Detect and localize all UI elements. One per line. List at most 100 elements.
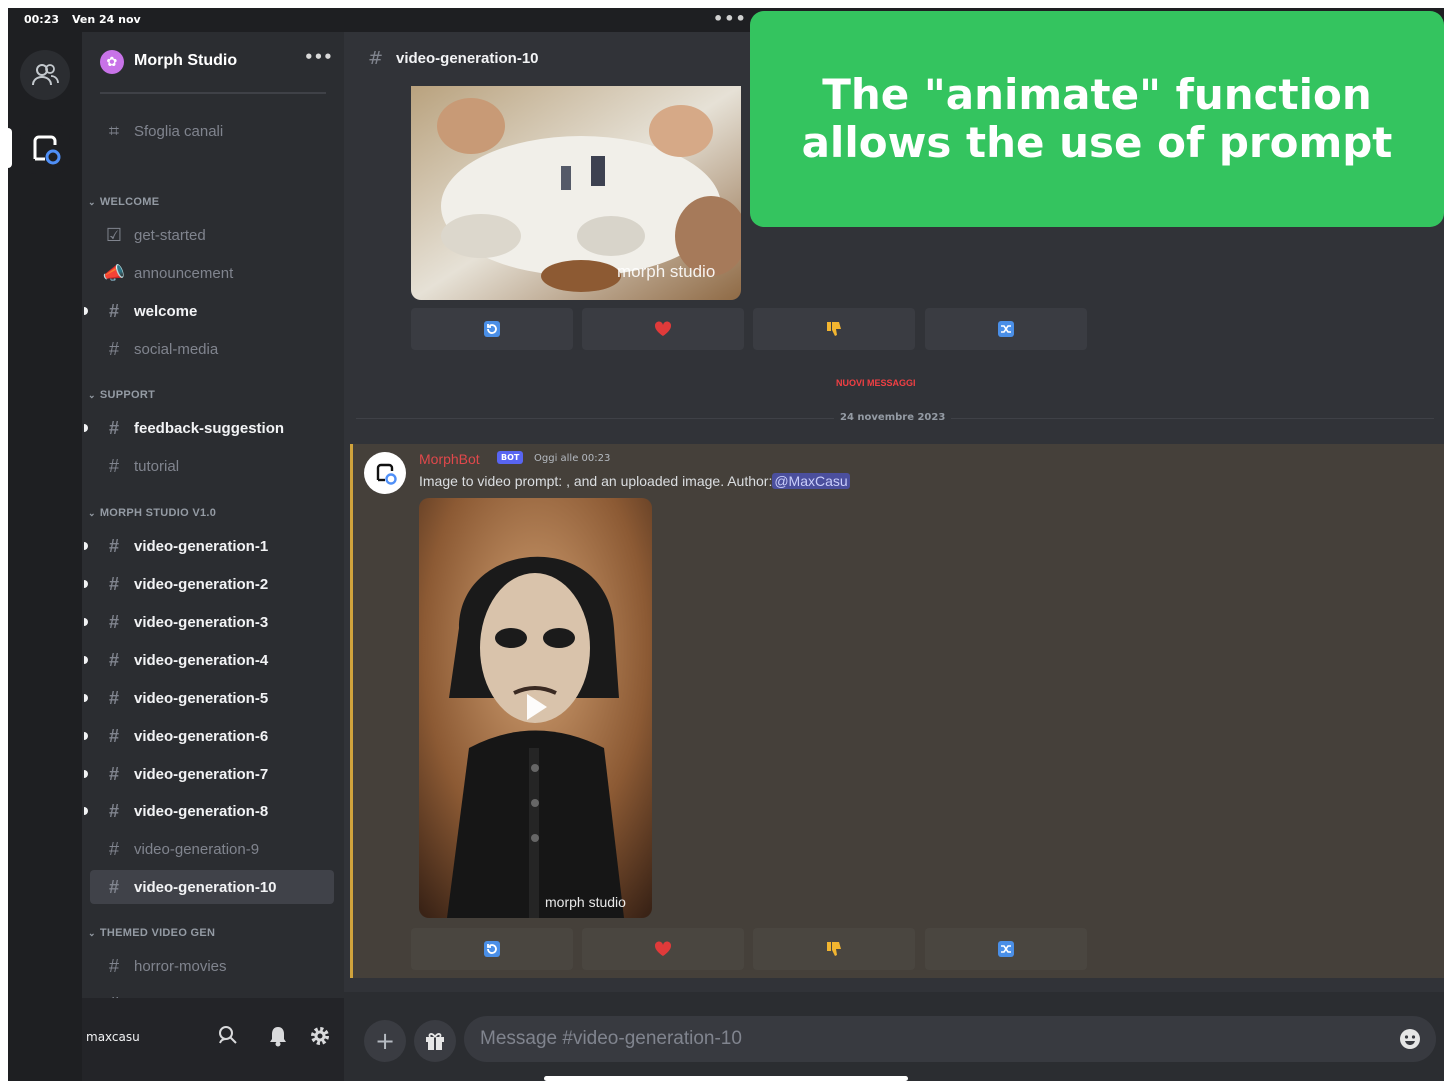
hash-icon: # xyxy=(108,876,119,897)
channel-label: video-generation-3 xyxy=(134,613,269,631)
megaphone-icon: 📣 xyxy=(102,262,126,283)
channel-label: video-generation-10 xyxy=(134,878,277,896)
gift-button[interactable] xyxy=(414,1020,456,1062)
channel-social-media[interactable]: # social-media xyxy=(90,332,334,366)
shuffle-icon xyxy=(998,321,1014,337)
search-button[interactable] xyxy=(214,1022,242,1050)
channel-label: video-generation-2 xyxy=(134,575,269,593)
channel-video-generation-2[interactable]: # video-generation-2 xyxy=(84,567,334,601)
message-text: Image to video prompt: , and an uploaded… xyxy=(419,473,850,489)
category-label: SUPPORT xyxy=(99,389,156,401)
channel-video-generation-9[interactable]: # video-generation-9 xyxy=(90,832,334,866)
like-button[interactable] xyxy=(582,928,744,970)
morph-server-button[interactable] xyxy=(20,124,70,174)
unread-dot xyxy=(84,770,88,778)
channel-video-generation-8[interactable]: # video-generation-8 xyxy=(84,794,334,828)
status-date: Ven 24 nov xyxy=(72,13,141,26)
gear-icon xyxy=(311,1027,329,1045)
channel-video-generation-6[interactable]: # video-generation-6 xyxy=(84,719,334,753)
channel-feedback-suggestion[interactable]: # feedback-suggestion xyxy=(84,411,334,445)
morph-bot-icon xyxy=(376,463,397,485)
dislike-button[interactable] xyxy=(753,928,915,970)
regenerate-button[interactable] xyxy=(411,308,573,350)
figurine-image xyxy=(419,498,652,918)
chevron-down-icon: ⌄ xyxy=(88,928,96,938)
new-messages-divider: NUOVI MESSAGGI xyxy=(836,378,916,388)
like-button[interactable] xyxy=(582,308,744,350)
hash-icon: # xyxy=(108,455,119,476)
direct-messages-button[interactable] xyxy=(20,50,70,100)
bell-icon xyxy=(270,1027,286,1047)
channel-video-generation-1[interactable]: # video-generation-1 xyxy=(84,529,334,563)
channel-video-generation-5[interactable]: # video-generation-5 xyxy=(84,681,334,715)
category-support[interactable]: ⌄ SUPPORT xyxy=(88,389,155,401)
hash-icon: # xyxy=(108,800,119,821)
morph-studio-watermark: morph studio xyxy=(545,894,626,910)
caption-callout: The "animate" function allows the use of… xyxy=(750,11,1444,227)
refresh-icon xyxy=(484,941,500,957)
dislike-button[interactable] xyxy=(753,308,915,350)
morph-server-icon xyxy=(33,135,61,165)
channel-label: video-generation-1 xyxy=(134,537,269,555)
thumbs-down-icon xyxy=(827,322,841,336)
server-header[interactable]: ✿ Morph Studio ••• xyxy=(82,32,344,90)
category-morph-studio[interactable]: ⌄ MORPH STUDIO V1.0 xyxy=(88,507,216,519)
hash-icon: # xyxy=(108,649,119,670)
hash-icon: # xyxy=(108,300,119,321)
header-divider xyxy=(100,92,326,94)
status-time: 00:23 xyxy=(24,13,60,26)
channel-label: welcome xyxy=(134,302,198,320)
unread-dot xyxy=(84,694,88,702)
channel-welcome[interactable]: # welcome xyxy=(84,294,334,328)
generated-video-thumbnail-1[interactable]: morph studio xyxy=(411,86,741,300)
unread-dot xyxy=(84,807,88,815)
channel-video-generation-3[interactable]: # video-generation-3 xyxy=(84,605,334,639)
hash-icon: # xyxy=(108,725,119,746)
channel-horror-movies[interactable]: # horror-movies xyxy=(90,949,334,983)
morph-studio-watermark: morph studio xyxy=(617,262,716,281)
channel-video-generation-7[interactable]: # video-generation-7 xyxy=(84,757,334,791)
hash-icon: # xyxy=(368,48,384,69)
channel-label: feedback-suggestion xyxy=(134,419,285,437)
bot-name[interactable]: MorphBot xyxy=(419,451,480,467)
settings-button[interactable] xyxy=(306,1022,334,1050)
unread-dot xyxy=(84,307,88,315)
hash-icon: # xyxy=(108,838,119,859)
message-input-placeholder: Message #video-generation-10 xyxy=(480,1028,742,1049)
browse-channels[interactable]: ⌗ Sfoglia canali xyxy=(90,114,334,148)
channel-label: video-generation-5 xyxy=(134,689,269,707)
friends-icon xyxy=(32,64,59,86)
channel-label: tutorial xyxy=(134,457,180,475)
unread-dot xyxy=(84,424,88,432)
username[interactable]: maxcasu xyxy=(86,1030,140,1044)
server-menu-button[interactable]: ••• xyxy=(304,48,333,66)
channel-video-generation-10[interactable]: # video-generation-10 xyxy=(90,870,334,904)
shuffle-button[interactable] xyxy=(925,308,1087,350)
bot-tag-badge: BOT xyxy=(497,451,524,464)
channel-label: video-generation-4 xyxy=(134,651,269,669)
regenerate-button[interactable] xyxy=(411,928,573,970)
multitask-dots[interactable]: ••• xyxy=(713,9,747,28)
channel-video-generation-4[interactable]: # video-generation-4 xyxy=(84,643,334,677)
channel-tutorial[interactable]: # tutorial xyxy=(90,449,334,483)
generated-video-thumbnail-2[interactable]: morph studio xyxy=(419,498,652,918)
hash-icon: # xyxy=(108,338,119,359)
channel-announcement[interactable]: 📣 announcement xyxy=(90,256,334,290)
notifications-button[interactable] xyxy=(264,1022,292,1050)
message-input[interactable]: Message #video-generation-10 xyxy=(464,1016,1436,1062)
shuffle-button[interactable] xyxy=(925,928,1087,970)
channel-get-started[interactable]: ☑ get-started xyxy=(90,218,334,252)
category-themed-video-gen[interactable]: ⌄ THEMED VIDEO GEN xyxy=(88,927,215,939)
category-label: MORPH STUDIO V1.0 xyxy=(99,507,217,519)
add-attachment-button[interactable]: + xyxy=(364,1020,406,1062)
user-mention[interactable]: @MaxCasu xyxy=(772,473,850,489)
unread-dot xyxy=(84,732,88,740)
category-welcome[interactable]: ⌄ WELCOME xyxy=(88,196,159,208)
date-divider: 24 novembre 2023 xyxy=(834,412,952,423)
emoji-icon[interactable] xyxy=(1398,1027,1422,1051)
channel-label: social-media xyxy=(134,340,219,358)
bot-avatar[interactable] xyxy=(364,452,406,494)
unread-dot xyxy=(84,618,88,626)
heart-icon xyxy=(654,941,672,956)
browse-icon: ⌗ xyxy=(108,120,120,141)
